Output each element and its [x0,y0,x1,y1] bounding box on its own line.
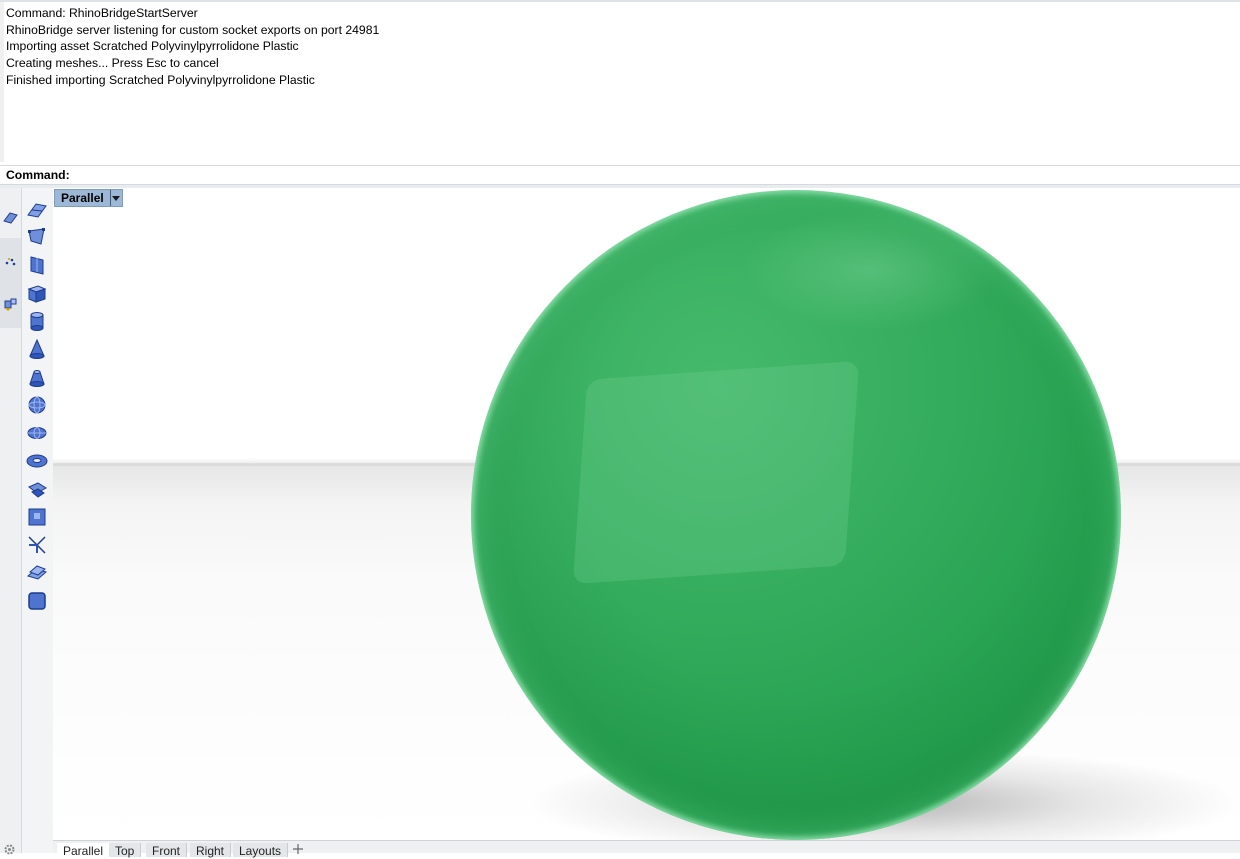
cut-plane-icon[interactable] [25,561,49,585]
history-line: Creating meshes... Press Esc to cancel [6,56,219,71]
tab-front[interactable]: Front [146,843,188,858]
viewport-tabs: Parallel Top Front Right Layouts [53,840,1240,858]
text-object-icon[interactable] [25,505,49,529]
gumball-icon[interactable] [2,296,19,313]
tab-layouts[interactable]: Layouts [233,843,289,858]
torus-icon[interactable] [25,449,49,473]
solid-tools-toolbar [21,188,54,853]
history-scrollbar[interactable] [0,2,4,162]
history-line: Finished importing Scratched Polyvinylpy… [6,72,315,87]
gear-icon[interactable] [3,843,16,856]
tab-top[interactable]: Top [109,843,142,858]
command-input[interactable]: Command: [0,165,1240,185]
parallel-viewport[interactable] [53,188,1240,840]
command-prompt-label: Command: [6,168,70,182]
chevron-down-icon[interactable] [109,190,122,206]
sphere-icon[interactable] [25,393,49,417]
sidebar-tab-group [0,238,21,328]
green-sphere-object[interactable] [471,190,1121,840]
truncated-cone-icon[interactable] [25,365,49,389]
viewport-title-menu[interactable]: Parallel [54,189,123,207]
plane-surface-icon[interactable] [25,198,49,222]
tab-right[interactable]: Right [190,843,232,858]
command-history-panel: Command: RhinoBridgeStartServer RhinoBri… [0,0,1240,165]
surface-tools-icon[interactable] [2,208,19,225]
rounded-rectangle-icon[interactable] [25,589,49,613]
cylinder-icon[interactable] [25,309,49,333]
vertical-plane-icon[interactable] [25,253,49,277]
ellipse-surface-icon[interactable] [25,477,49,501]
viewport-title: Parallel [61,191,104,205]
history-line: RhinoBridge server listening for custom … [6,22,380,37]
history-line: Command: RhinoBridgeStartServer [6,6,198,20]
corner-points-surface-icon[interactable] [25,225,49,249]
tab-parallel[interactable]: Parallel [57,843,111,858]
box-icon[interactable] [25,281,49,305]
ellipsoid-icon[interactable] [25,421,49,445]
points-icon[interactable] [2,254,19,271]
sidebar-toolbar-strip [0,188,21,853]
history-line: Importing asset Scratched Polyvinylpyrro… [6,39,299,54]
sphere-highlight [741,210,1001,330]
cone-icon[interactable] [25,337,49,361]
heightfield-icon[interactable] [25,533,49,557]
add-tab-icon[interactable] [287,843,309,857]
sphere-reflection [572,360,860,585]
